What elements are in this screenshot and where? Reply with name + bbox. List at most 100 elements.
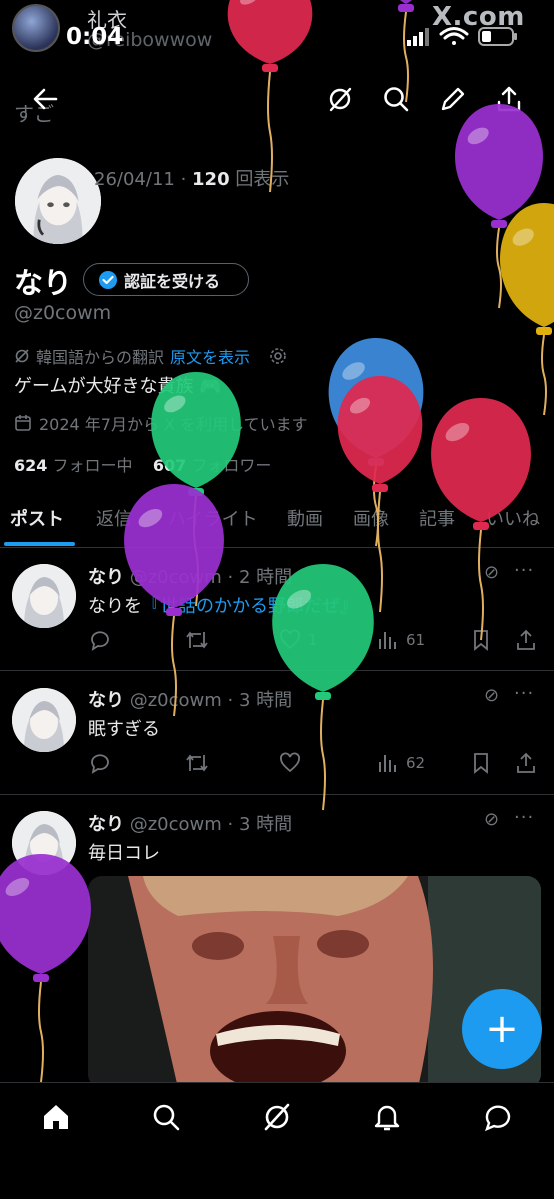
tab-likes[interactable]: いいね — [486, 505, 540, 531]
post-header: なり @z0cowm · 3 時間 — [88, 810, 292, 836]
grok-icon[interactable] — [325, 84, 355, 114]
post-grok-icon[interactable]: ⊘ — [484, 685, 499, 706]
joined-date-text: 2024 年7月から X を利用しています — [39, 415, 308, 434]
post-actions: 1 61 — [88, 628, 543, 654]
post-grok-icon[interactable]: ⊘ — [484, 562, 499, 583]
post-text-prefix: なりを — [88, 596, 142, 617]
repost-button[interactable] — [184, 628, 210, 652]
bookmark-button[interactable] — [470, 628, 492, 652]
top-nav — [0, 80, 554, 120]
share-icon[interactable] — [494, 84, 524, 114]
grok-small-icon — [15, 349, 29, 363]
following-label: フォロー中 — [47, 456, 133, 475]
share-icon — [517, 629, 535, 650]
grok-icon[interactable] — [261, 1101, 293, 1133]
post-time[interactable]: · 2 時間 — [228, 567, 293, 588]
signal-icon — [407, 28, 429, 46]
views-button[interactable]: 61 — [376, 628, 425, 652]
view-count: 61 — [406, 631, 426, 649]
share-button[interactable] — [514, 751, 538, 775]
tab-images[interactable]: 画像 — [353, 505, 389, 531]
watermark-avatar — [12, 4, 60, 52]
reply-icon — [91, 754, 109, 774]
bookmark-icon — [474, 630, 488, 651]
view-count: 120 — [192, 169, 230, 190]
search-icon[interactable] — [150, 1101, 182, 1133]
following-link[interactable]: 624 フォロー中 — [14, 456, 133, 475]
post-text-link[interactable]: 『世話のかかる野郎だぜ』 — [142, 596, 358, 617]
post-author-name[interactable]: なり — [88, 690, 124, 711]
get-verified-label: 認証を受ける — [124, 271, 221, 291]
post-header: なり @z0cowm · 3 時間 — [88, 686, 292, 712]
game-controller-emoji-icon: 🎮 — [199, 376, 222, 397]
post-more-icon[interactable]: ··· — [514, 807, 534, 828]
repost-icon — [186, 631, 208, 649]
followers-link[interactable]: 607 フォロワー — [153, 456, 272, 475]
post-more-icon[interactable]: ··· — [514, 683, 534, 704]
show-original-link[interactable]: 原文を表示 — [170, 344, 250, 368]
followers-label: フォロワー — [186, 456, 272, 475]
profile-avatar-illustration — [15, 158, 101, 244]
post-author-name[interactable]: なり — [88, 814, 124, 835]
balloon — [499, 203, 554, 416]
post-text: なりを『世話のかかる野郎だぜ』 — [88, 592, 358, 618]
repost-button[interactable] — [184, 751, 210, 775]
post-time[interactable]: · 3 時間 — [228, 814, 293, 835]
translation-note: 韓国語からの翻訳 — [36, 348, 165, 367]
profile-tabs: ポスト 返信 ハイライト 動画 画像 記事 いいね — [0, 500, 554, 548]
tab-posts[interactable]: ポスト — [10, 505, 64, 531]
calendar-icon — [15, 415, 31, 431]
settings-gear-icon[interactable] — [268, 346, 288, 366]
post-actions: 62 — [88, 751, 543, 777]
like-button[interactable]: 1 — [278, 628, 318, 652]
post-grok-icon[interactable]: ⊘ — [484, 809, 499, 830]
post-more-icon[interactable]: ··· — [514, 560, 534, 581]
get-verified-button[interactable]: 認証を受ける — [83, 263, 249, 296]
views-icon — [379, 632, 396, 649]
post-item[interactable]: なり @z0cowm · 3 時間 ⊘ ··· 眠すぎる 62 — [0, 671, 554, 795]
reply-icon — [91, 631, 109, 651]
post-item[interactable]: なり @z0cowm · 2 時間 ⊘ ··· なりを『世話のかかる野郎だぜ』 … — [0, 548, 554, 671]
profile-display-name: なり — [14, 266, 73, 300]
post-avatar[interactable] — [12, 811, 76, 875]
like-count: 1 — [308, 631, 318, 649]
tab-videos[interactable]: 動画 — [287, 505, 323, 531]
like-button[interactable] — [278, 751, 302, 775]
view-suffix: 回表示 — [229, 169, 290, 190]
post-author-handle[interactable]: @z0cowm — [130, 690, 222, 711]
profile-avatar[interactable] — [12, 155, 104, 247]
compose-post-button[interactable]: + — [462, 989, 542, 1069]
share-icon — [517, 752, 535, 773]
reply-button[interactable] — [88, 751, 112, 775]
bookmark-icon — [474, 753, 488, 774]
views-icon — [379, 755, 396, 772]
reply-button[interactable] — [88, 628, 112, 652]
post-text: 眠すぎる — [88, 719, 160, 740]
tab-articles[interactable]: 記事 — [419, 505, 455, 531]
post-avatar[interactable] — [12, 564, 76, 628]
notifications-icon[interactable] — [371, 1101, 403, 1133]
post-avatar[interactable] — [12, 688, 76, 752]
post-author-handle[interactable]: @z0cowm — [130, 814, 222, 835]
back-arrow-icon[interactable] — [30, 84, 60, 114]
tab-replies[interactable]: 返信 — [96, 505, 132, 531]
tab-highlights[interactable]: ハイライト — [168, 505, 258, 531]
search-icon[interactable] — [381, 84, 411, 114]
post-header: なり @z0cowm · 2 時間 — [88, 563, 292, 589]
heart-icon — [280, 629, 300, 650]
post-author-handle[interactable]: @z0cowm — [130, 567, 222, 588]
view-info: 26/04/11 · 120 回表示 — [94, 165, 289, 191]
heart-icon — [280, 752, 300, 773]
messages-icon[interactable] — [482, 1101, 514, 1133]
joined-date: 2024 年7月から X を利用しています — [14, 411, 308, 435]
edit-icon[interactable] — [438, 84, 468, 114]
post-author-name[interactable]: なり — [88, 567, 124, 588]
post-time[interactable]: · 3 時間 — [228, 690, 293, 711]
bookmark-button[interactable] — [470, 751, 492, 775]
share-button[interactable] — [514, 628, 538, 652]
profile-bio-text: ゲームが大好きな貴族 — [14, 376, 194, 397]
view-count: 62 — [406, 754, 426, 772]
post-avatar-illustration — [12, 564, 76, 628]
home-icon[interactable] — [40, 1101, 72, 1133]
views-button[interactable]: 62 — [376, 751, 425, 775]
